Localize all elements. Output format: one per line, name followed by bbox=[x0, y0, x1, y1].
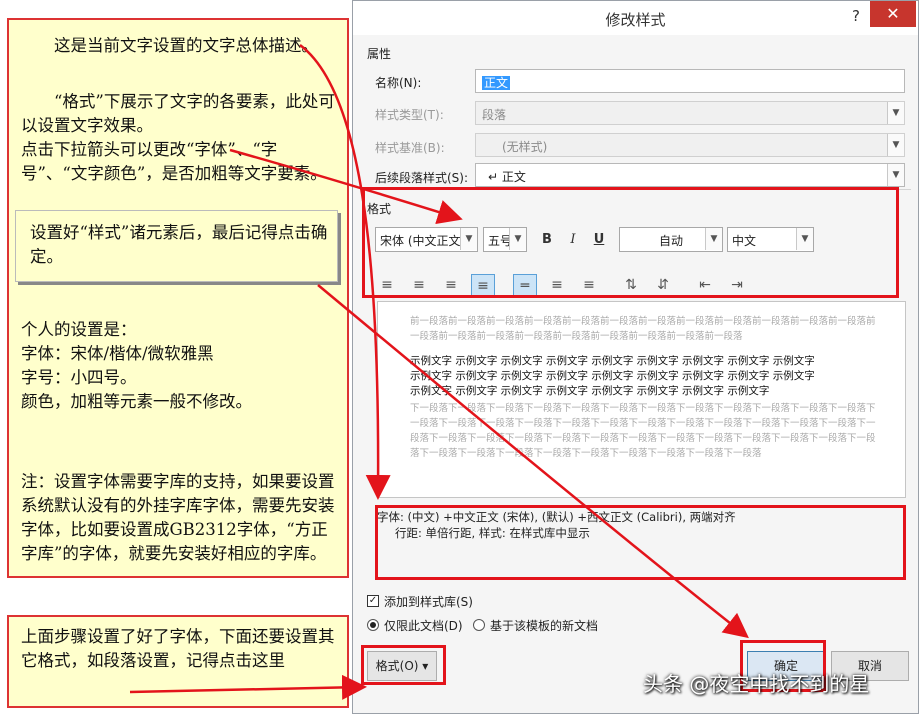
watermark: 头条 @夜空中找不到的星 bbox=[643, 672, 870, 696]
arrow-ok bbox=[317, 284, 749, 639]
arrow-format-button bbox=[129, 674, 367, 700]
annotation-arrows bbox=[129, 44, 749, 700]
arrow-description bbox=[299, 44, 391, 500]
arrow-format bbox=[229, 148, 463, 225]
